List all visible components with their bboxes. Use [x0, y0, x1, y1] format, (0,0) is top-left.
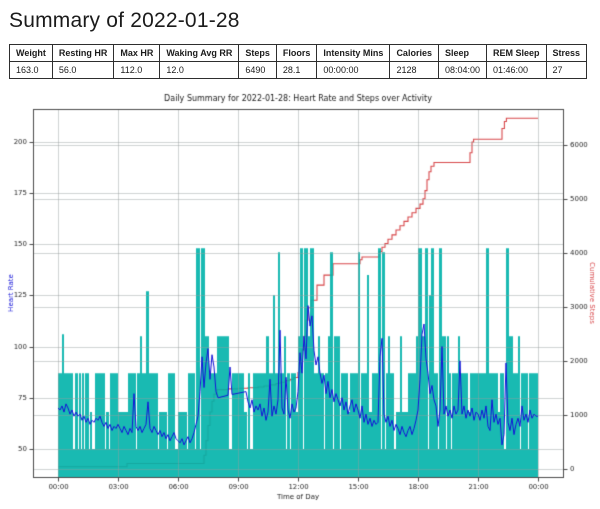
- summary-header-rem-sleep: REM Sleep: [486, 44, 547, 62]
- summary-header-intensity-mins: Intensity Mins: [316, 44, 391, 62]
- summary-value-stress: 27: [545, 61, 588, 79]
- summary-value-waking-avg-rr: 12.0: [159, 61, 240, 79]
- summary-value-calories: 2128: [389, 61, 439, 79]
- summary-header-max-hr: Max HR: [113, 44, 161, 62]
- summary-header-floors: Floors: [275, 44, 318, 62]
- summary-value-weight: 163.0: [9, 61, 53, 79]
- summary-value-sleep: 08:04:00: [437, 61, 488, 79]
- summary-value-rem-sleep: 01:46:00: [486, 61, 547, 79]
- summary-header-weight: Weight: [9, 44, 53, 62]
- summary-value-resting-hr: 56.0: [51, 61, 115, 79]
- summary-header-resting-hr: Resting HR: [51, 44, 115, 62]
- summary-table-header-row: Weight Resting HR Max HR Waking Avg RR Steps…: [9, 44, 588, 62]
- summary-value-max-hr: 112.0: [113, 61, 161, 79]
- summary-value-floors: 28.1: [275, 61, 318, 79]
- summary-header-calories: Calories: [389, 44, 439, 62]
- page-title: Summary of 2022-01-28: [9, 9, 240, 32]
- summary-header-steps: Steps: [238, 44, 277, 62]
- summary-header-waking-avg-rr: Waking Avg RR: [159, 44, 240, 62]
- report-page: Summary of 2022-01-28 Weight Resting HR Ma…: [0, 0, 600, 79]
- summary-value-steps: 6490: [238, 61, 277, 79]
- summary-header-stress: Stress: [545, 44, 588, 62]
- summary-table: Weight Resting HR Max HR Waking Avg RR Steps…: [9, 44, 588, 79]
- summary-header-sleep: Sleep: [437, 44, 488, 62]
- summary-table-value-row: 163.0 56.0 112.0 12.0 6490 28.1 00:00:00 2128 08…: [9, 61, 588, 79]
- summary-value-intensity-mins: 00:00:00: [316, 61, 391, 79]
- daily-summary-chart: [0, 87, 600, 507]
